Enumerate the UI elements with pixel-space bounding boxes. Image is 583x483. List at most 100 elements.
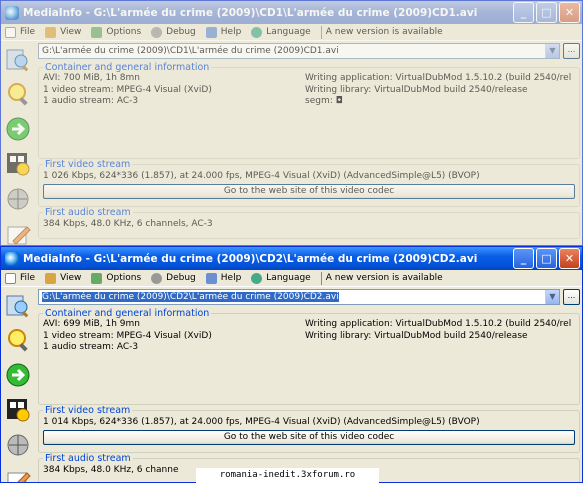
browse-button[interactable]: ... [563,43,580,59]
sheet-view-button[interactable] [4,326,32,354]
menu-new-version[interactable]: A new version is available [326,27,443,37]
menu-bar: File View Options Debug Help Language A … [1,270,582,287]
general-info-group: Container and general information AVI: 7… [38,62,580,159]
menu-options-label: Options [106,273,142,283]
media-info-app-icon [5,251,19,266]
file-path-combobox[interactable]: G:\L'armée du crime (2009)\CD1\L'armée d… [38,43,560,59]
browse-button[interactable]: ... [563,289,580,305]
network-button[interactable] [4,185,32,213]
menu-separator [320,271,322,285]
next-arrow-icon [6,117,30,141]
title-bar[interactable]: MediaInfo - G:\L'armée du crime (2009)\C… [1,247,582,270]
menu-language-label: Language [266,27,311,37]
menu-options-label: Options [106,27,142,37]
open-file-icon [6,295,29,318]
menu-options[interactable]: Options [91,272,142,284]
edit-button[interactable] [4,220,32,245]
general-line: AVI: 699 MiB, 1h 9mn [43,319,140,329]
menu-options[interactable]: Options [91,26,142,38]
menu-help[interactable]: Help [205,26,242,38]
gear-icon [151,26,163,38]
menu-debug[interactable]: Debug [151,272,196,284]
gear-icon [151,272,163,284]
general-line: AVI: 700 MiB, 1h 8mn [43,73,140,83]
open-file-button[interactable] [4,45,32,73]
minimize-button[interactable]: _ [513,2,534,23]
chevron-down-icon[interactable]: ▼ [545,290,559,304]
title-bar[interactable]: MediaInfo - G:\L'armée du crime (2009)\C… [1,1,582,24]
menu-language[interactable]: Language [251,272,311,284]
audio-stream-legend: First audio stream [45,453,131,464]
video-codec-website-button[interactable]: Go to the web site of this video codec [43,430,575,445]
file-path-value: G:\L'armée du crime (2009)\CD2\L'armée d… [42,292,339,302]
general-line: 1 audio stream: AC-3 [43,342,139,352]
edit-button[interactable] [4,466,32,482]
minimize-button[interactable]: _ [513,248,534,269]
general-line: 1 audio stream: AC-3 [43,96,139,106]
side-toolbar [1,287,35,482]
info-panel: G:\L'armée du crime (2009)\CD1\L'armée d… [38,42,580,245]
window-title: MediaInfo - G:\L'armée du crime (2009)\C… [23,252,478,265]
menu-view[interactable]: View [45,272,81,284]
watermark-text: romania-inedit.3xforum.ro [196,468,379,483]
general-line: 1 video stream: MPEG-4 Visual (XviD) [43,330,212,341]
help-icon [205,272,217,284]
audio-stream-group: First audio stream 384 Kbps, 48.0 KHz, 6… [38,207,580,239]
magnifier-icon [8,329,28,352]
general-info-legend: Container and general information [45,62,210,73]
video-stream-legend: First video stream [45,159,131,170]
open-file-icon [6,49,29,72]
menu-help[interactable]: Help [205,272,241,284]
menu-file[interactable]: File [5,26,36,38]
audio-stream-legend: First audio stream [45,207,131,218]
audio-stream-info: 384 Kbps, 48.0 KHz, 6 channels, AC-3 [43,219,213,229]
next-button[interactable] [4,115,32,143]
menu-file[interactable]: File [5,272,35,284]
maximize-button[interactable]: □ [536,248,557,269]
tree-view-button[interactable] [4,150,32,178]
menu-debug-label: Debug [166,273,196,283]
menu-new-version[interactable]: A new version is available [326,273,443,283]
video-codec-website-button[interactable]: Go to the web site of this video codec [43,184,575,199]
open-file-button[interactable] [4,291,32,319]
options-icon [91,272,103,284]
video-stream-group: First video stream 1 014 Kbps, 624*336 (… [38,405,580,453]
globe-icon [251,272,263,284]
general-info-group: Container and general information AVI: 6… [38,308,580,405]
next-button[interactable] [4,361,32,389]
general-line: Writing library: VirtualDubMod build 254… [305,84,528,95]
video-stream-info: 1 014 Kbps, 624*336 (1.857), at 24.000 f… [43,417,480,427]
network-icon [7,188,29,210]
edit-icon [7,472,31,482]
menu-language[interactable]: Language [251,26,311,38]
magnifier-icon [8,83,28,106]
menu-file-label: File [20,27,36,37]
close-button[interactable]: ✕ [559,2,580,23]
globe-icon [251,26,263,38]
network-icon [7,434,29,456]
mediainfo-window-cd2: MediaInfo - G:\L'armée du crime (2009)\C… [0,246,583,483]
file-path-combobox[interactable]: G:\L'armée du crime (2009)\CD2\L'armée d… [38,289,560,305]
network-button[interactable] [4,431,32,459]
general-info-legend: Container and general information [45,308,210,319]
pencil-icon [45,26,57,38]
menu-view-label: View [60,27,82,37]
tree-view-button[interactable] [4,396,32,424]
edit-icon [7,226,31,245]
sheet-view-button[interactable] [4,80,32,108]
menu-help-label: Help [220,27,242,37]
chevron-down-icon[interactable]: ▼ [545,44,559,58]
video-stream-info: 1 026 Kbps, 624*336 (1.857), at 24.000 f… [43,171,480,181]
menu-language-label: Language [266,273,311,283]
general-line: Writing application: VirtualDubMod 1.5.1… [305,73,572,83]
document-icon [5,272,16,284]
options-icon [91,26,103,38]
pencil-icon [45,272,57,284]
maximize-button[interactable]: □ [536,2,557,23]
menu-debug[interactable]: Debug [151,26,196,38]
film-gear-icon [7,153,30,176]
menu-bar: File View Options Debug Help Language A … [1,24,582,41]
close-button[interactable]: ✕ [559,248,580,269]
menu-view[interactable]: View [45,26,82,38]
general-line: Writing application: VirtualDubMod 1.5.1… [305,319,572,329]
